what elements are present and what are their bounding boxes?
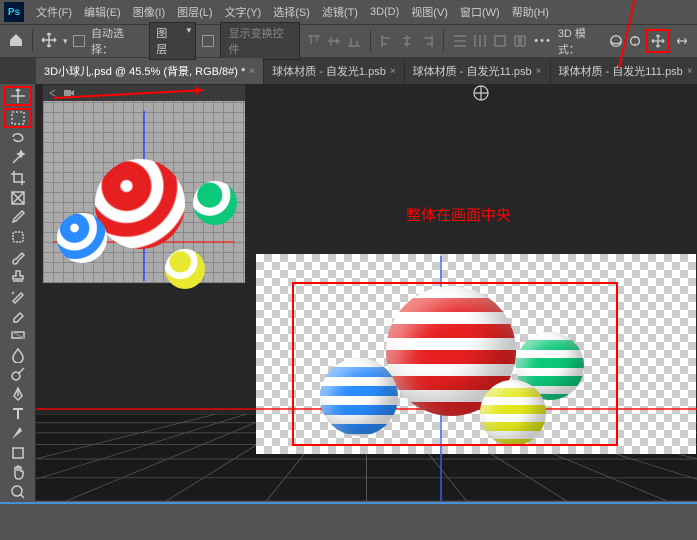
dist-1-icon[interactable] bbox=[452, 33, 468, 49]
canvas-area[interactable]: 整体在画面中央 bbox=[36, 84, 697, 501]
marquee-tool[interactable] bbox=[4, 108, 32, 128]
align-vcenter-icon[interactable] bbox=[326, 33, 342, 49]
eraser-tool[interactable] bbox=[4, 307, 32, 325]
annotation-center-label: 整体在画面中央 bbox=[406, 204, 511, 225]
pan-3d-highlight bbox=[646, 29, 670, 53]
close-icon[interactable]: × bbox=[249, 66, 255, 77]
menu-window[interactable]: 窗口(W) bbox=[454, 4, 506, 20]
menu-type[interactable]: 文字(Y) bbox=[219, 4, 268, 20]
menu-image[interactable]: 图像(I) bbox=[127, 4, 171, 20]
align-group-2 bbox=[379, 33, 435, 49]
stamp-tool[interactable] bbox=[4, 267, 32, 285]
dist-3-icon[interactable] bbox=[492, 33, 508, 49]
menubar: Ps 文件(F) 编辑(E) 图像(I) 图层(L) 文字(Y) 选择(S) 滤… bbox=[0, 0, 697, 24]
menu-edit[interactable]: 编辑(E) bbox=[78, 4, 127, 20]
layer-dropdown[interactable]: 图层 bbox=[149, 22, 196, 60]
tab-mat111[interactable]: 球体材质 - 自发光111.psb× bbox=[551, 58, 697, 84]
dist-4-icon[interactable] bbox=[512, 33, 528, 49]
navigator-preview[interactable] bbox=[43, 101, 245, 283]
mode-3d-label: 3D 模式： bbox=[558, 25, 605, 57]
move-tool[interactable] bbox=[4, 86, 32, 106]
pan-3d-icon[interactable] bbox=[650, 33, 666, 49]
slide-icon[interactable] bbox=[674, 33, 689, 49]
toolbar bbox=[0, 84, 36, 501]
home-icon[interactable] bbox=[8, 32, 24, 51]
menu-view[interactable]: 视图(V) bbox=[405, 4, 454, 20]
pen-tool[interactable] bbox=[4, 385, 32, 403]
align-bottom-icon[interactable] bbox=[346, 33, 362, 49]
path-tool[interactable] bbox=[4, 424, 32, 442]
blur-tool[interactable] bbox=[4, 346, 32, 364]
align-top-icon[interactable] bbox=[306, 33, 322, 49]
shape-tool[interactable] bbox=[4, 444, 32, 462]
type-tool[interactable] bbox=[4, 405, 32, 423]
heal-tool[interactable] bbox=[4, 228, 32, 246]
distribute-group bbox=[452, 33, 528, 49]
crop-tool[interactable] bbox=[4, 169, 32, 187]
ps-logo: Ps bbox=[4, 2, 24, 22]
status-bar bbox=[0, 502, 697, 539]
options-bar: ▾ 自动选择： 图层 显示变换控件 ••• 3D 模式： bbox=[0, 24, 697, 58]
transform-checkbox[interactable] bbox=[202, 35, 214, 47]
menu-help[interactable]: 帮助(H) bbox=[506, 4, 555, 20]
menu-layer[interactable]: 图层(L) bbox=[171, 4, 218, 20]
menu-filter[interactable]: 滤镜(T) bbox=[316, 4, 364, 20]
align-hcenter-icon[interactable] bbox=[399, 33, 415, 49]
move-tool-icon bbox=[41, 32, 57, 51]
menu-3d[interactable]: 3D(D) bbox=[364, 6, 405, 18]
tab-bar: 3D小球儿.psd @ 45.5% (背景, RGB/8#) *× 球体材质 -… bbox=[0, 58, 697, 84]
tab-mat11[interactable]: 球体材质 - 自发光11.psb× bbox=[405, 58, 551, 84]
close-icon[interactable]: × bbox=[536, 66, 542, 77]
align-left-icon[interactable] bbox=[379, 33, 395, 49]
gradient-tool[interactable] bbox=[4, 326, 32, 344]
hand-tool[interactable] bbox=[4, 464, 32, 482]
selection-frame bbox=[292, 282, 618, 446]
frame-tool[interactable] bbox=[4, 189, 32, 207]
wand-tool[interactable] bbox=[4, 150, 32, 168]
tab-mat1[interactable]: 球体材质 - 自发光1.psb× bbox=[264, 58, 405, 84]
tab-main[interactable]: 3D小球儿.psd @ 45.5% (背景, RGB/8#) *× bbox=[36, 58, 264, 84]
close-icon[interactable]: × bbox=[687, 66, 693, 77]
close-icon[interactable]: × bbox=[390, 66, 396, 77]
align-right-icon[interactable] bbox=[419, 33, 435, 49]
menu-select[interactable]: 选择(S) bbox=[267, 4, 316, 20]
auto-select-label: 自动选择： bbox=[91, 25, 143, 57]
align-group-1 bbox=[306, 33, 362, 49]
brush-tool[interactable] bbox=[4, 248, 32, 266]
dodge-tool[interactable] bbox=[4, 366, 32, 384]
roll-icon[interactable] bbox=[627, 33, 642, 49]
menu-file[interactable]: 文件(F) bbox=[30, 4, 78, 20]
auto-select-checkbox[interactable] bbox=[73, 35, 85, 47]
navigator-panel[interactable] bbox=[42, 84, 246, 284]
zoom-tool[interactable] bbox=[4, 483, 32, 501]
3d-axis-widget[interactable] bbox=[472, 84, 490, 102]
eyedropper-tool[interactable] bbox=[4, 209, 32, 227]
more-icon[interactable]: ••• bbox=[534, 35, 552, 47]
lasso-tool[interactable] bbox=[4, 130, 32, 148]
history-brush-tool[interactable] bbox=[4, 287, 32, 305]
dist-2-icon[interactable] bbox=[472, 33, 488, 49]
transform-controls-label: 显示变换控件 bbox=[220, 22, 301, 60]
orbit-icon[interactable] bbox=[608, 33, 623, 49]
